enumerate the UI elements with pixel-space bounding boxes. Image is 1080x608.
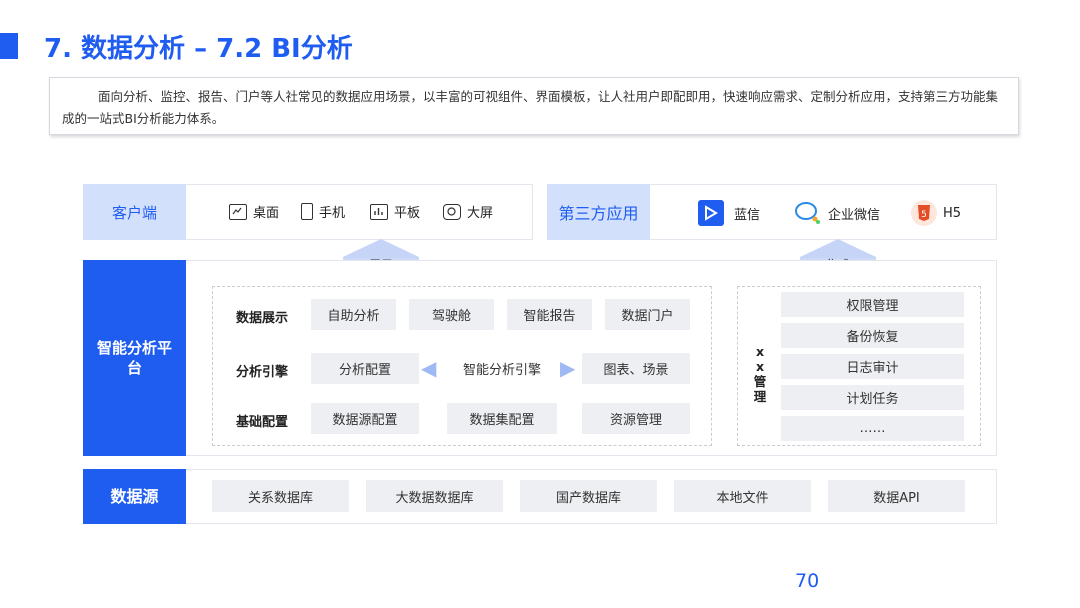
module-cockpit: 驾驶舱 xyxy=(409,299,494,330)
third-party-item-label: H5 xyxy=(943,205,962,221)
management-label: xx管理 xyxy=(753,344,767,404)
description-text: 面向分析、监控、报告、门户等人社常见的数据应用场景，以丰富的可视组件、界面模板，… xyxy=(62,89,999,126)
row-label-engine: 分析引擎 xyxy=(236,365,289,380)
third-party-item-label: 蓝信 xyxy=(734,207,761,223)
client-item-label: 平板 xyxy=(394,206,421,221)
right-arrow-icon: ▶ xyxy=(560,356,576,380)
datasource-bigdata: 大数据数据库 xyxy=(366,480,503,512)
third-party-item-label: 企业微信 xyxy=(828,207,881,223)
mgmt-permission: 权限管理 xyxy=(781,292,964,317)
third-party-label: 第三方应用 xyxy=(547,184,650,240)
module-datasource-config: 数据源配置 xyxy=(311,403,419,434)
left-arrow-icon: ◀ xyxy=(421,356,437,380)
module-chart-scene: 图表、场景 xyxy=(582,353,690,384)
client-item-label: 大屏 xyxy=(467,206,494,221)
title-accent-bar xyxy=(0,33,18,59)
page-number: 70 xyxy=(795,570,820,592)
datasource-domestic: 国产数据库 xyxy=(520,480,657,512)
mobile-icon xyxy=(301,203,313,220)
client-item-mobile: 手机 xyxy=(301,202,345,221)
module-dataset-config: 数据集配置 xyxy=(447,403,557,434)
tablet-icon xyxy=(370,203,388,220)
third-party-item-h5: 5 H5 xyxy=(911,200,961,226)
module-data-portal: 数据门户 xyxy=(605,299,690,330)
module-resource-mgmt: 资源管理 xyxy=(582,403,690,434)
mgmt-schedule: 计划任务 xyxy=(781,385,964,410)
datasource-label: 数据源 xyxy=(83,469,186,524)
mgmt-more: …… xyxy=(781,416,964,441)
html5-icon: 5 xyxy=(911,200,937,226)
client-item-tablet: 平板 xyxy=(370,202,420,221)
page-title: 7. 数据分析 – 7.2 BI分析 xyxy=(44,34,353,64)
datasource-local-file: 本地文件 xyxy=(674,480,811,512)
third-party-item-lanxin: 蓝信 xyxy=(698,200,760,226)
desktop-icon xyxy=(229,203,247,220)
client-item-large-screen: 大屏 xyxy=(443,202,493,221)
module-smart-engine: 智能分析引擎 xyxy=(447,353,557,384)
row-label-base: 基础配置 xyxy=(236,415,289,430)
client-label: 客户端 xyxy=(83,184,186,240)
datasource-api: 数据API xyxy=(828,480,965,512)
mgmt-log-audit: 日志审计 xyxy=(781,354,964,379)
platform-label: 智能分析平台 xyxy=(83,260,186,456)
module-analysis-config: 分析配置 xyxy=(311,353,419,384)
client-item-desktop: 桌面 xyxy=(229,202,279,221)
datasource-relational: 关系数据库 xyxy=(212,480,349,512)
lanxin-icon xyxy=(698,200,724,226)
row-label-display: 数据展示 xyxy=(236,311,289,326)
large-screen-icon xyxy=(443,203,461,220)
mgmt-backup: 备份恢复 xyxy=(781,323,964,348)
description-box: 面向分析、监控、报告、门户等人社常见的数据应用场景，以丰富的可视组件、界面模板，… xyxy=(49,77,1019,135)
module-smart-report: 智能报告 xyxy=(507,299,592,330)
client-item-label: 桌面 xyxy=(253,206,280,221)
wecom-icon xyxy=(794,200,822,226)
third-party-item-wecom: 企业微信 xyxy=(794,200,880,226)
client-item-label: 手机 xyxy=(319,206,346,221)
module-self-analysis: 自助分析 xyxy=(311,299,396,330)
svg-text:5: 5 xyxy=(921,210,927,220)
